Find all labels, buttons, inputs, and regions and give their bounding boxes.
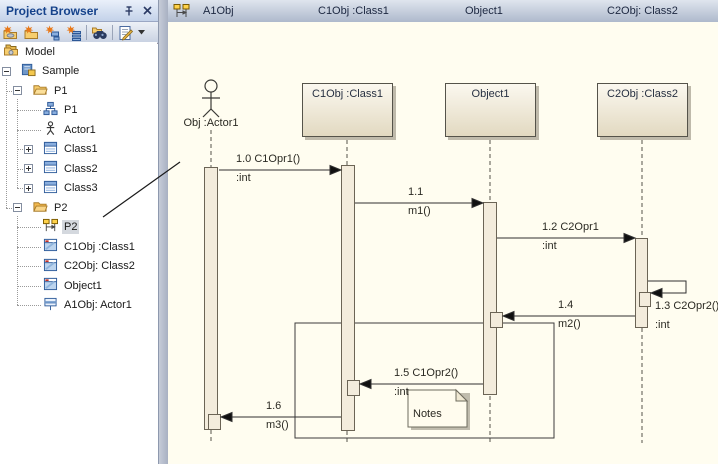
tree-item-p1-diagram[interactable]: P1 [0,101,157,121]
pin-icon[interactable] [122,4,136,18]
minus-expander-icon[interactable] [2,67,11,76]
tree-item-label: Sample [40,64,81,78]
toolbar-separator [86,25,87,40]
message-label-1.6[interactable]: 1.6 m3() [266,400,289,431]
minus-expander-icon[interactable] [13,203,22,212]
header-lifeline-label: C1Obj :Class1 [318,5,389,17]
lifeline-box-c2obj[interactable]: C2Obj :Class2 [597,83,688,137]
object-icon [43,238,58,255]
project-tree: Model Sample P1 [0,42,157,464]
message-label-1.5[interactable]: 1.5 C1Opr2() :int [394,367,458,398]
object-icon [43,258,58,275]
application-window: { "colors": { "diagram_bg": "#FFFDF0", "… [0,0,718,464]
folder-icon [32,82,48,100]
activation-object1[interactable] [483,202,497,395]
tree-item-label: P1 [52,84,69,98]
tree-item-label: P2 [52,201,69,215]
nested-activation-c2obj[interactable] [639,292,651,307]
new-element-icon[interactable] [63,23,84,42]
sequence-diagram-header: A1Obj C1Obj :Class1 Object1 C2Obj: Class… [168,0,718,23]
plus-expander-icon[interactable] [24,184,33,193]
tree-item-p2-folder[interactable]: P2 [0,198,157,218]
object-icon [43,277,58,294]
tree-item-p2-diagram[interactable]: P2 [0,218,157,238]
minus-expander-icon[interactable] [13,86,22,95]
plus-expander-icon[interactable] [24,145,33,154]
class-icon [43,180,58,197]
header-lifeline-label: Object1 [465,5,503,17]
diagram-icon [43,101,58,119]
tree-item-label: A1Obj: Actor1 [62,298,134,312]
activation-actor[interactable] [204,167,218,430]
model-icon [3,42,19,61]
new-diagram-icon[interactable] [42,23,63,42]
tree-item-label: Model [23,45,57,59]
class-icon [43,160,58,177]
actor-label[interactable]: Obj :Actor1 [176,117,246,129]
class-icon [43,141,58,158]
new-model-icon[interactable] [0,23,21,42]
toolbar-separator [112,25,113,40]
nested-activation-c1obj[interactable] [347,380,360,396]
document-edit-icon[interactable] [115,23,136,42]
tree-item-label: Object1 [62,279,104,293]
panel-title: Project Browser [6,4,122,18]
project-browser-titlebar: Project Browser [0,0,158,22]
sequence-diagram-icon [173,3,190,24]
lifeline-box-object1[interactable]: Object1 [445,83,536,137]
tree-item-label: Class1 [62,142,100,156]
tree-item-class1[interactable]: Class1 [0,140,157,160]
folder-icon [32,199,48,217]
header-lifeline-label: C2Obj: Class2 [607,5,678,17]
lifeline-box-label: Object1 [472,88,510,100]
tree-item-actor1[interactable]: Actor1 [0,120,157,140]
nested-activation-actor[interactable] [208,414,221,430]
tree-item-object1[interactable]: Object1 [0,276,157,296]
close-icon[interactable] [140,4,154,18]
tree-item-label: C2Obj: Class2 [62,259,137,273]
tree-item-c2obj[interactable]: C2Obj: Class2 [0,257,157,277]
project-browser-toolbar [0,22,158,44]
tree-item-p1-folder[interactable]: P1 [0,81,157,101]
tree-item-c1obj[interactable]: C1Obj :Class1 [0,237,157,257]
sequence-diagram-icon [43,218,58,236]
note-element[interactable]: Notes [413,408,442,420]
lifeline-box-label: C1Obj :Class1 [312,88,383,100]
diagram-canvas[interactable]: C1Obj :Class1 Object1 C2Obj :Class2 [168,22,718,464]
tree-item-model[interactable]: Model [0,42,157,62]
tree-item-label: P1 [62,103,79,117]
view-icon [21,62,36,80]
project-browser-panel: Project Browser [0,0,159,464]
message-label-1.2[interactable]: 1.2 C2Opr1 :int [542,221,599,252]
lifeline-box-label: C2Obj :Class2 [607,88,678,100]
header-lifeline-label: A1Obj [203,5,234,17]
message-label-1.1[interactable]: 1.1 m1() [408,186,431,217]
tree-item-label: Actor1 [62,123,98,137]
tree-item-label-selected: P2 [62,220,79,234]
tree-item-class3[interactable]: Class3 [0,179,157,199]
tree-item-label: Class3 [62,181,100,195]
find-in-browser-icon[interactable] [89,23,110,42]
message-label-1.3[interactable]: 1.3 C2Opr2() :int [655,300,718,331]
tree-item-label: Class2 [62,162,100,176]
tree-item-a1obj[interactable]: A1Obj: Actor1 [0,296,157,316]
message-label-1.0[interactable]: 1.0 C1Opr1() :int [236,153,300,184]
tree-item-label: C1Obj :Class1 [62,240,137,254]
activation-c2obj[interactable] [635,238,648,328]
new-package-icon[interactable] [21,23,42,42]
tree-item-class2[interactable]: Class2 [0,159,157,179]
lifeline-box-c1obj[interactable]: C1Obj :Class1 [302,83,393,137]
message-label-1.4[interactable]: 1.4 m2() [558,299,581,330]
nested-activation-object1[interactable] [490,312,503,328]
lifeline-icon [43,297,58,314]
plus-expander-icon[interactable] [24,164,33,173]
tree-item-sample[interactable]: Sample [0,62,157,82]
actor-icon [43,121,58,139]
dropdown-arrow-icon[interactable] [136,23,147,42]
